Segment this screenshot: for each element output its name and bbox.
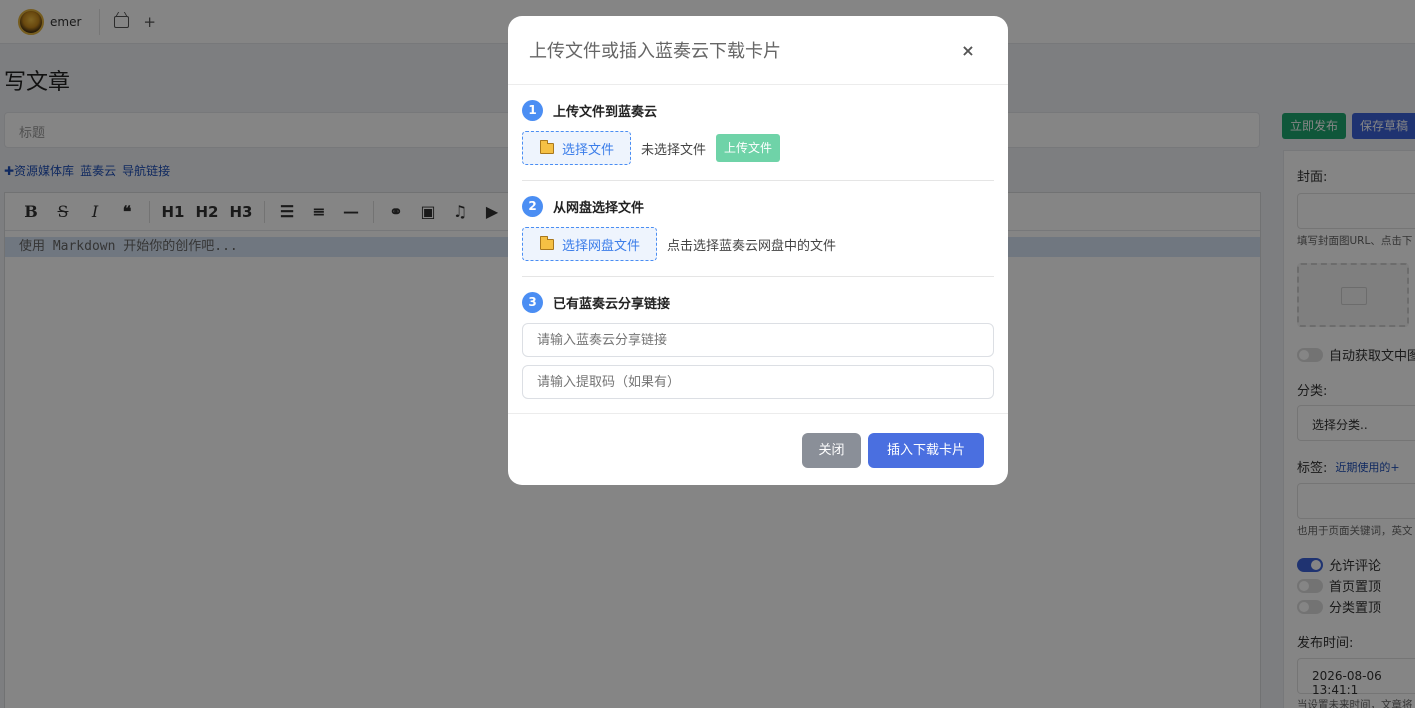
step-title: 已有蓝奏云分享链接 <box>553 296 671 312</box>
folder-icon <box>540 235 554 250</box>
close-icon[interactable]: × <box>960 43 976 59</box>
step-upload: 1 上传文件到蓝奏云 选择文件 未选择文件 上传文件 <box>522 99 994 165</box>
step-number: 2 <box>522 195 543 217</box>
step-share-link: 3 已有蓝奏云分享链接 <box>522 291 994 399</box>
divider <box>522 276 994 277</box>
choose-file-label: 选择文件 <box>562 142 615 158</box>
step-title: 上传文件到蓝奏云 <box>553 104 658 120</box>
step-title: 从网盘选择文件 <box>553 200 645 216</box>
lanzou-upload-dialog: 上传文件或插入蓝奏云下载卡片 × 1 上传文件到蓝奏云 选择文件 未选择文件 上… <box>508 16 1008 485</box>
cloud-pick-note: 点击选择蓝奏云网盘中的文件 <box>667 238 837 254</box>
dialog-title: 上传文件或插入蓝奏云下载卡片 <box>529 41 781 62</box>
divider <box>522 180 994 181</box>
close-button[interactable]: 关闭 <box>802 433 861 468</box>
choose-cloud-file-label: 选择网盘文件 <box>562 238 641 254</box>
dialog-header: 上传文件或插入蓝奏云下载卡片 × <box>508 16 1008 85</box>
upload-file-button[interactable]: 上传文件 <box>716 134 781 162</box>
choose-cloud-file-button[interactable]: 选择网盘文件 <box>522 227 658 261</box>
file-status: 未选择文件 <box>641 142 707 158</box>
extraction-code-input[interactable] <box>522 365 994 399</box>
insert-card-button[interactable]: 插入下载卡片 <box>868 433 984 468</box>
choose-file-button[interactable]: 选择文件 <box>522 131 632 165</box>
step-number: 3 <box>522 291 543 313</box>
folder-icon <box>540 139 554 154</box>
share-link-input[interactable] <box>522 323 994 357</box>
step-number: 1 <box>522 99 543 121</box>
dialog-footer: 关闭 插入下载卡片 <box>508 413 1008 485</box>
step-cloud-pick: 2 从网盘选择文件 选择网盘文件 点击选择蓝奏云网盘中的文件 <box>522 195 994 261</box>
